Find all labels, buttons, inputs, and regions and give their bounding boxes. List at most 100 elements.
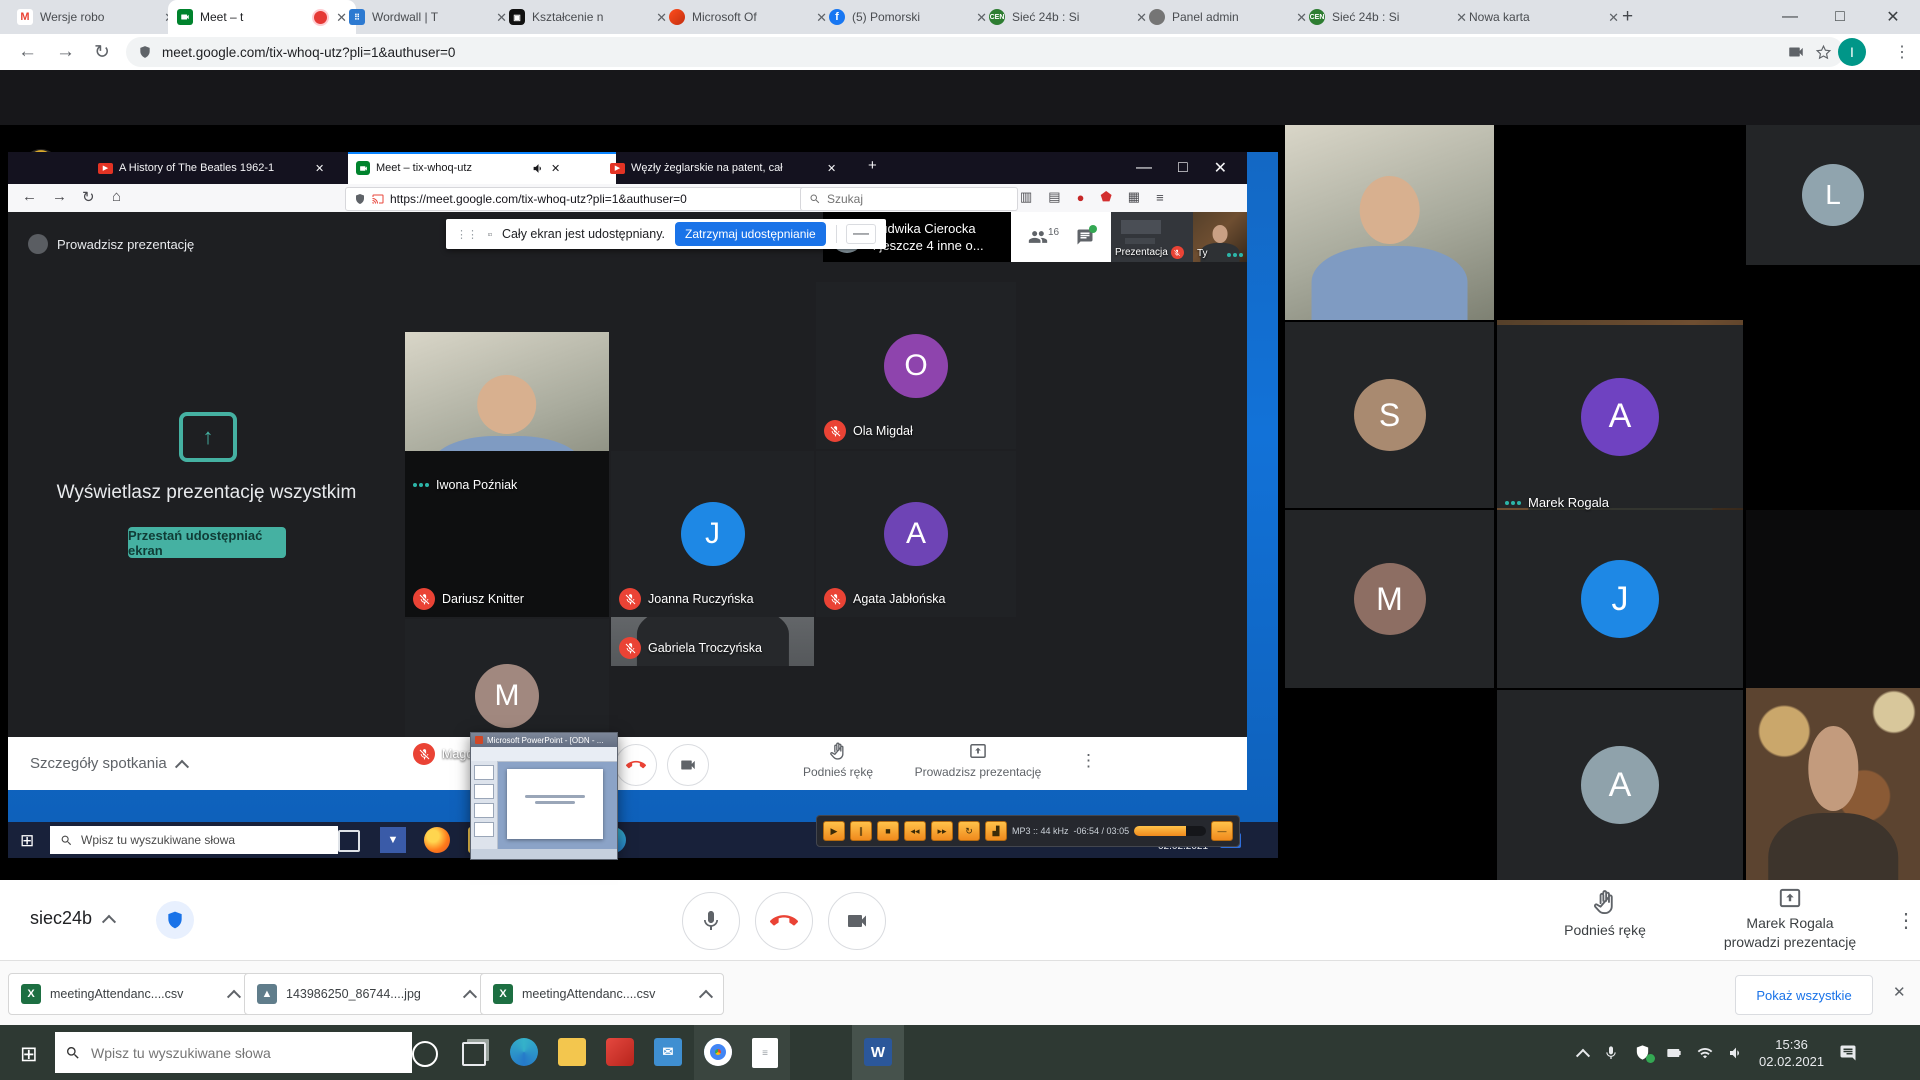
raise-hand-button[interactable]: Podnieś rękę [1530, 888, 1680, 938]
firefox-icon[interactable] [424, 827, 450, 853]
chevron-up-icon[interactable] [227, 990, 241, 1004]
chevron-up-icon[interactable] [463, 990, 477, 1004]
battery-icon[interactable] [1666, 1045, 1682, 1061]
player-progress[interactable] [1134, 826, 1206, 836]
download-item[interactable]: X meetingAttendanc....csv [8, 973, 252, 1015]
inner-participants-button[interactable]: 16 [1028, 227, 1059, 247]
tab-wordwall[interactable]: ⠿ Wordwall | T✕ [340, 0, 516, 34]
ff-search-box[interactable]: Szukaj [800, 187, 1018, 211]
presentation-thumbnail[interactable]: Prezentacja [1111, 212, 1193, 262]
video-tile[interactable]: Dariusz Knitter [405, 451, 609, 617]
mic-button[interactable] [682, 892, 740, 950]
inner-start-button[interactable]: ⊞ [20, 831, 34, 851]
video-tile[interactable]: S [1285, 322, 1494, 508]
ff-close-button[interactable]: ✕ [1214, 158, 1227, 178]
search-input[interactable] [89, 1044, 353, 1062]
more-options-icon[interactable]: ⋮ [1896, 908, 1916, 933]
hangup-button[interactable] [755, 892, 813, 950]
screenshare-cast-icon[interactable] [372, 193, 384, 205]
tab-camera-icon[interactable] [1787, 43, 1805, 61]
video-tile[interactable]: A [1497, 325, 1743, 508]
taskbar-search[interactable] [55, 1032, 412, 1073]
tab-siec24b-2[interactable]: CEN Sieć 24b : Si✕ [1300, 0, 1476, 34]
ff-menu-icon[interactable]: ≡ [1156, 190, 1164, 205]
meeting-name-button[interactable]: siec24b [30, 908, 114, 929]
player-shuffle-button[interactable]: ↻ [958, 821, 980, 841]
video-tile[interactable] [1285, 125, 1494, 320]
stop-share-button[interactable]: Zatrzymaj udostępnianie [675, 222, 826, 246]
powerpoint-title-bar[interactable]: Microsoft PowerPoint - [ODN - ... [471, 733, 617, 747]
video-tile[interactable]: J [1497, 510, 1743, 688]
player-pause-button[interactable]: ∥ [850, 821, 872, 841]
window-maximize-button[interactable]: □ [1815, 0, 1865, 34]
close-downloads-icon[interactable]: ✕ [1893, 983, 1906, 1001]
edge-icon[interactable] [510, 1038, 538, 1066]
cortana-icon[interactable] [412, 1041, 438, 1067]
media-player[interactable]: ▶ ∥ ■ ◂◂ ▸▸ ↻ ▟ MP3 :: 44 kHz -06:54 / 0… [816, 815, 1240, 847]
adblock-icon[interactable]: ● [1077, 190, 1085, 205]
sidebar-icon[interactable]: ▤ [1048, 189, 1060, 205]
ff-maximize-button[interactable]: □ [1178, 159, 1188, 177]
tab-new[interactable]: Nowa karta✕ [1460, 0, 1628, 34]
host-controls-shield-button[interactable] [156, 901, 194, 939]
task-view-icon[interactable] [462, 1042, 486, 1066]
tab-close-icon[interactable]: ✕ [1608, 11, 1619, 24]
drag-handle-icon[interactable]: ⋮⋮ [456, 228, 478, 241]
download-item[interactable]: X meetingAttendanc....csv [480, 973, 724, 1015]
ff-minimize-button[interactable]: — [1136, 159, 1152, 177]
tab-panel-admin[interactable]: Panel admin✕ [1140, 0, 1316, 34]
bookmark-star-icon[interactable] [1815, 44, 1832, 61]
tab-gmail[interactable]: M Wersje robo✕ [8, 0, 184, 34]
ff-back-icon[interactable]: ← [22, 188, 37, 205]
ff-address-bar[interactable]: https://meet.google.com/tix-whoq-utz?pli… [345, 187, 808, 211]
inner-chat-button[interactable] [1076, 228, 1094, 246]
video-tile[interactable]: O Ola Migdał [816, 282, 1016, 449]
presenting-status-button[interactable]: Marek Rogala prowadzi prezentację [1690, 885, 1890, 952]
video-tile[interactable]: L [1746, 125, 1920, 265]
tab-facebook[interactable]: f (5) Pomorski✕ [820, 0, 996, 34]
mic-tray-icon[interactable] [1603, 1045, 1619, 1061]
inner-camera-button[interactable] [667, 744, 709, 786]
inner-taskbar-search[interactable]: Wpisz tu wyszukiwane słowa [50, 826, 338, 854]
video-tile[interactable] [1746, 664, 1920, 904]
ff-forward-icon[interactable]: → [52, 188, 67, 205]
reload-icon[interactable]: ↻ [94, 41, 110, 64]
start-button[interactable]: ⊞ [20, 1042, 38, 1067]
video-tile[interactable]: M [1285, 510, 1494, 688]
stop-sharing-button[interactable]: Przestań udostępniać ekran [128, 527, 286, 558]
ff-reload-icon[interactable]: ↻ [82, 188, 95, 206]
powerpoint-window[interactable]: Microsoft PowerPoint - [ODN - ... [470, 732, 618, 860]
ff-home-icon[interactable]: ⌂ [112, 188, 121, 205]
forward-icon[interactable]: → [56, 41, 75, 63]
tab-close-icon[interactable]: ✕ [315, 162, 324, 175]
library-icon[interactable]: ▥ [1020, 189, 1032, 205]
tab-close-icon[interactable]: ✕ [551, 162, 560, 175]
inner-task-view-icon[interactable] [338, 830, 360, 852]
player-prev-button[interactable]: ◂◂ [904, 821, 926, 841]
speaker-icon[interactable] [1728, 1045, 1744, 1061]
inner-more-options-icon[interactable]: ⋮ [1080, 751, 1097, 771]
meeting-details-button[interactable]: Szczegóły spotkania [30, 755, 187, 772]
ff-tab-meet[interactable]: Meet – tix-whoq-utz ✕ [348, 152, 616, 184]
extensions-icon[interactable]: ▦ [1128, 189, 1140, 205]
tab-audio-icon[interactable] [532, 162, 545, 175]
store-app-icon[interactable] [606, 1038, 634, 1066]
tab-close-icon[interactable]: ✕ [827, 162, 836, 175]
player-next-button[interactable]: ▸▸ [931, 821, 953, 841]
player-eq-button[interactable]: ▟ [985, 821, 1007, 841]
address-bar[interactable]: meet.google.com/tix-whoq-utz?pli=1&authu… [126, 37, 1844, 67]
download-item[interactable]: ▲ 143986250_86744....jpg [244, 973, 488, 1015]
ff-tab-wezly[interactable]: ▶ Węzły żeglarskie na patent, cał✕ [602, 152, 874, 184]
tab-meet[interactable]: Meet – t ✕ [168, 0, 356, 34]
abp-shield-icon[interactable]: ⬟ [1100, 189, 1111, 205]
camera-button[interactable] [828, 892, 886, 950]
video-tile[interactable]: A Agata Jabłońska [816, 451, 1016, 617]
inner-presenting-button[interactable]: Prowadzisz prezentację [898, 741, 1058, 779]
player-volume-button[interactable]: — [1211, 821, 1233, 841]
inner-hangup-button[interactable] [615, 744, 657, 786]
player-play-button[interactable]: ▶ [823, 821, 845, 841]
inner-raise-hand-button[interactable]: Podnieś rękę [788, 741, 888, 779]
minimize-share-bar-button[interactable]: — [846, 224, 876, 244]
video-tile[interactable] [1746, 510, 1920, 688]
ff-new-tab-button[interactable]: + [868, 157, 877, 174]
